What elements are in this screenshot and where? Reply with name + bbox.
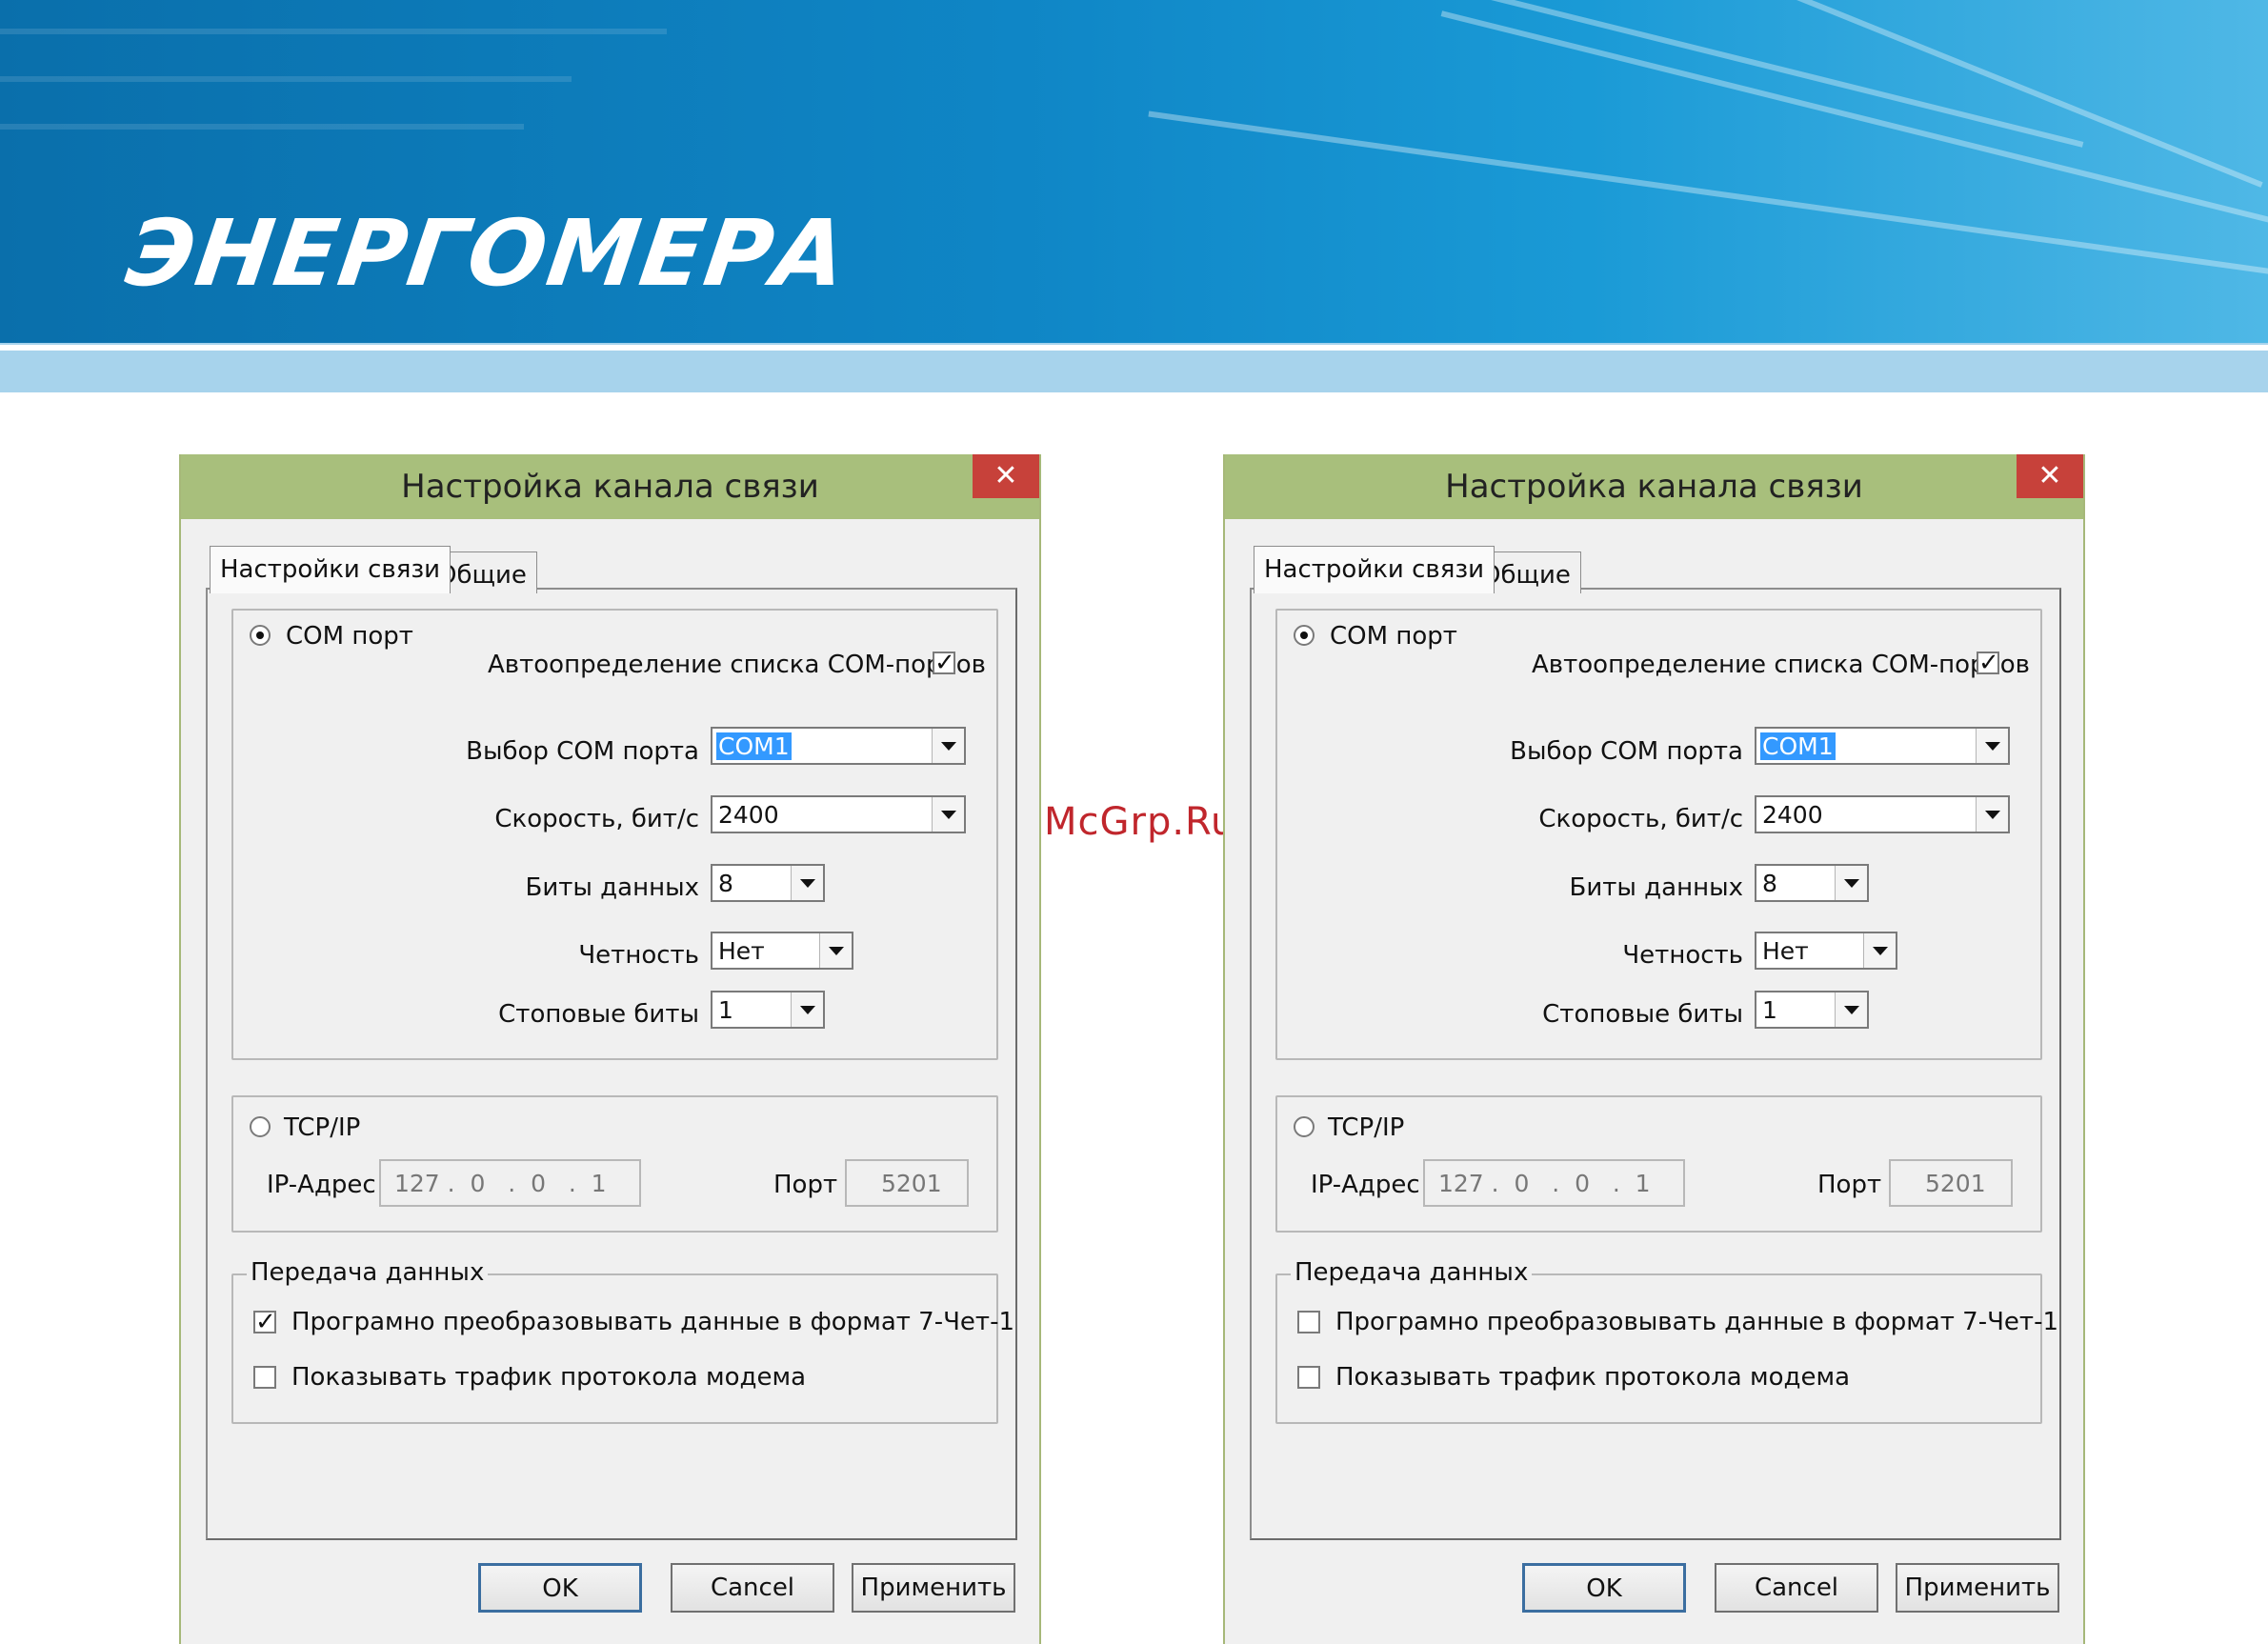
modem-traffic-checkbox[interactable] [1297,1366,1320,1389]
cancel-button[interactable]: Cancel [671,1563,834,1613]
watermark: McGrp.Ru [1044,800,1236,844]
data-transfer-legend: Передача данных [1291,1258,1533,1287]
parity-label: Четность [1622,941,1743,970]
apply-button[interactable]: Применить [1896,1563,2059,1613]
speed-label: Скорость, бит/с [494,805,699,833]
speed-value: 2400 [718,801,779,829]
stopbits-label: Стоповые биты [1542,1000,1743,1029]
databits-value: 8 [1762,870,1777,897]
stopbits-select[interactable]: 1 [711,991,825,1029]
speed-select[interactable]: 2400 [1755,795,2010,833]
speed-label: Скорость, бит/с [1538,805,1743,833]
ip-address-field[interactable]: 127 . 0 . 0 . 1 [379,1159,641,1207]
port-value: COM1 [716,732,792,760]
header-banner: ЭНЕРГОМЕРА [0,0,2268,343]
convert-7e1-checkbox[interactable] [1297,1311,1320,1333]
ip-address-label: IP-Адрес [267,1171,376,1199]
ok-button[interactable]: OK [478,1563,642,1613]
autodetect-checkbox[interactable]: ✓ [933,651,955,675]
tcp-ip-label: TCP/IP [1328,1113,1405,1142]
banner-divider [0,345,2268,351]
parity-value: Нет [718,937,765,965]
ip-address-label: IP-Адрес [1311,1171,1420,1199]
port-value: COM1 [1760,732,1836,760]
stopbits-label: Стоповые биты [498,1000,699,1029]
close-button[interactable]: ✕ [973,454,1039,498]
dialog-left: Настройка канала связи ✕ Настройки связи… [179,454,1041,1644]
tab-connection-settings[interactable]: Настройки связи [210,546,452,593]
modem-traffic-label: Показывать трафик протокола модема [291,1363,807,1392]
parity-label: Четность [578,941,699,970]
parity-select[interactable]: Нет [711,932,853,970]
convert-7e1-label: Програмно преобразовывать данные в форма… [291,1308,1014,1336]
ip-address-field[interactable]: 127 . 0 . 0 . 1 [1423,1159,1685,1207]
convert-7e1-checkbox[interactable]: ✓ [253,1310,276,1334]
tcp-port-label: Порт [773,1171,838,1199]
tcp-port-field[interactable]: 5201 [845,1159,969,1207]
databits-label: Биты данных [1569,873,1744,902]
chevron-down-icon[interactable] [1976,729,2008,763]
close-button[interactable]: ✕ [2017,454,2083,498]
ip-address-value: 127 . 0 . 0 . 1 [1438,1170,1651,1197]
cancel-button[interactable]: Cancel [1715,1563,1878,1613]
databits-select[interactable]: 8 [711,864,825,902]
tcp-ip-label: TCP/IP [284,1113,361,1142]
chevron-down-icon[interactable] [1835,866,1867,900]
dialog-right: Настройка канала связи ✕ Настройки связи… [1223,454,2085,1644]
parity-select[interactable]: Нет [1755,932,1897,970]
chevron-down-icon[interactable] [819,933,852,968]
data-transfer-group: Передача данных [231,1258,998,1424]
speed-value: 2400 [1762,801,1823,829]
com-port-radio[interactable] [1294,625,1315,646]
stopbits-select[interactable]: 1 [1755,991,1869,1029]
dialog-title: Настройка канала связи [1445,468,1863,506]
data-transfer-group: Передача данных [1275,1258,2042,1424]
chevron-down-icon[interactable] [1835,992,1867,1027]
brand-logo: ЭНЕРГОМЕРА [120,200,855,307]
autodetect-label: Автоопределение списка COM-портов [488,651,986,679]
port-label: Выбор COM порта [466,737,699,766]
ok-button[interactable]: OK [1522,1563,1686,1613]
convert-7e1-label: Програмно преобразовывать данные в форма… [1335,1308,2058,1336]
tcp-ip-radio[interactable] [250,1116,271,1137]
port-select[interactable]: COM1 [711,727,966,765]
tcp-port-field[interactable]: 5201 [1889,1159,2013,1207]
port-select[interactable]: COM1 [1755,727,2010,765]
tab-connection-settings[interactable]: Настройки связи [1254,546,1495,593]
databits-value: 8 [718,870,733,897]
chevron-down-icon[interactable] [932,729,964,763]
com-port-radio[interactable] [250,625,271,646]
data-transfer-legend: Передача данных [247,1258,489,1287]
chevron-down-icon[interactable] [791,992,823,1027]
modem-traffic-label: Показывать трафик протокола модема [1335,1363,1851,1392]
stopbits-value: 1 [1762,996,1777,1024]
databits-select[interactable]: 8 [1755,864,1869,902]
tcp-ip-radio[interactable] [1294,1116,1315,1137]
autodetect-label: Автоопределение списка COM-портов [1532,651,2030,679]
com-port-label: COM порт [286,622,413,651]
tcp-port-value: 5201 [1925,1170,1986,1197]
apply-button[interactable]: Применить [852,1563,1015,1613]
dialog-title: Настройка канала связи [401,468,819,506]
chevron-down-icon[interactable] [932,797,964,832]
com-port-label: COM порт [1330,622,1457,651]
modem-traffic-checkbox[interactable] [253,1366,276,1389]
chevron-down-icon[interactable] [1863,933,1896,968]
autodetect-checkbox[interactable]: ✓ [1977,651,1999,675]
speed-select[interactable]: 2400 [711,795,966,833]
tcp-port-value: 5201 [881,1170,942,1197]
chevron-down-icon[interactable] [1976,797,2008,832]
stopbits-value: 1 [718,996,733,1024]
chevron-down-icon[interactable] [791,866,823,900]
port-label: Выбор COM порта [1510,737,1743,766]
ip-address-value: 127 . 0 . 0 . 1 [394,1170,607,1197]
parity-value: Нет [1762,937,1809,965]
databits-label: Биты данных [525,873,700,902]
tcp-port-label: Порт [1817,1171,1882,1199]
